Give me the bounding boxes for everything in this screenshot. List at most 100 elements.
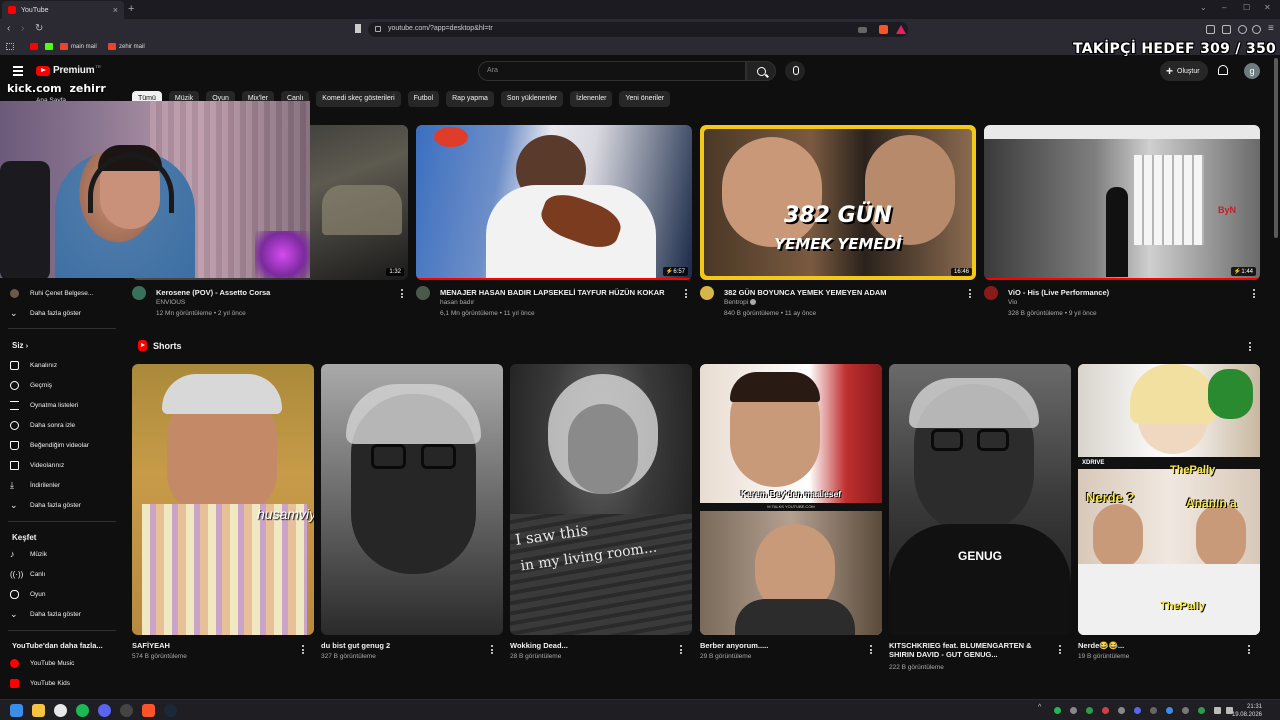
bookmark-kick-icon[interactable] bbox=[45, 43, 53, 50]
video-more-icon[interactable] bbox=[969, 289, 972, 300]
short-more-icon[interactable] bbox=[1059, 645, 1062, 656]
sidebar-item-watch-later[interactable]: Daha sonra izle bbox=[10, 421, 75, 430]
sidebar-show-more-subscriptions[interactable]: ⌄ Daha fazla göster bbox=[10, 309, 81, 318]
tray-expand-icon[interactable]: ^ bbox=[1038, 704, 1046, 711]
chrome-icon[interactable] bbox=[54, 704, 67, 717]
page-scrollbar[interactable] bbox=[1274, 58, 1278, 238]
tray-app-icon[interactable] bbox=[1182, 707, 1189, 714]
rewards-icon[interactable] bbox=[896, 25, 906, 34]
tray-app-icon[interactable] bbox=[1166, 707, 1173, 714]
reload-icon[interactable]: ↻ bbox=[35, 23, 43, 34]
steam-icon[interactable] bbox=[164, 704, 177, 717]
apps-grid-icon[interactable] bbox=[6, 43, 14, 50]
window-close-icon[interactable]: ✕ bbox=[1264, 3, 1271, 12]
forward-icon[interactable]: › bbox=[21, 23, 24, 34]
short-more-icon[interactable] bbox=[1248, 645, 1251, 656]
video-thumbnail[interactable]: 382 GÜN YEMEK YEMEDİ 16:46 bbox=[700, 125, 976, 280]
spotify-icon[interactable] bbox=[76, 704, 89, 717]
tray-app-icon[interactable] bbox=[1198, 707, 1205, 714]
account-avatar[interactable]: g bbox=[1244, 63, 1260, 79]
brave-browser-icon[interactable] bbox=[142, 704, 155, 717]
url-field[interactable]: youtube.com/?app=desktop&hl=tr bbox=[368, 22, 908, 37]
video-title[interactable]: ViO - His (Live Performance) bbox=[1008, 288, 1109, 297]
chip-football[interactable]: Futbol bbox=[407, 91, 440, 107]
short-title[interactable]: du bist gut genug 2 bbox=[321, 641, 390, 650]
chip-comedy[interactable]: Komedi skeç gösterileri bbox=[316, 91, 401, 107]
extensions-icon[interactable] bbox=[1238, 25, 1247, 34]
sidebar-item-gaming[interactable]: Oyun bbox=[10, 590, 46, 599]
windows-start-icon[interactable] bbox=[10, 704, 23, 717]
tray-discord-icon[interactable] bbox=[1134, 707, 1141, 714]
short-more-icon[interactable] bbox=[491, 645, 494, 656]
sidebar-item-your-channel[interactable]: Kanalınız bbox=[10, 361, 57, 370]
browser-tab[interactable]: YouTube × bbox=[2, 1, 124, 19]
chip-new[interactable]: Yeni öneriler bbox=[619, 91, 671, 107]
short-title[interactable]: KITSCHKRIEG feat. BLUMENGARTEN & SHIRIN D… bbox=[889, 641, 1032, 659]
tray-app-icon[interactable] bbox=[1070, 707, 1077, 714]
short-thumbnail[interactable]: XDRIVE ThePally Nerde ? Ananın a ThePall… bbox=[1078, 364, 1260, 635]
short-title[interactable]: Berber anyorum..... bbox=[700, 641, 768, 650]
video-title[interactable]: MENAJER HASAN BADIR LAPSEKELİ TAYFUR HÜZ… bbox=[440, 288, 665, 297]
short-more-icon[interactable] bbox=[870, 645, 873, 656]
chip-recent[interactable]: Son yüklenenler bbox=[500, 91, 564, 107]
tab-close-icon[interactable]: × bbox=[113, 5, 118, 15]
file-explorer-icon[interactable] bbox=[32, 704, 45, 717]
short-title[interactable]: SAFİYEAH bbox=[132, 641, 170, 650]
sidebar-item-liked[interactable]: Beğendiğim videolar bbox=[10, 441, 89, 450]
cast-icon[interactable] bbox=[858, 27, 867, 33]
sidebar-item-your-videos[interactable]: Videolarınız bbox=[10, 461, 64, 470]
video-channel[interactable]: Vio bbox=[1008, 299, 1017, 306]
sidebar-show-more-you[interactable]: ⌄ Daha fazla göster bbox=[10, 501, 81, 510]
short-thumbnail[interactable]: Kerem Bey'den maalesef M TALKS YOUTUBE.C… bbox=[700, 364, 882, 635]
bookmark-youtube-icon[interactable] bbox=[30, 43, 38, 50]
short-more-icon[interactable] bbox=[680, 645, 683, 656]
site-info-icon[interactable] bbox=[375, 26, 381, 32]
vpn-icon[interactable] bbox=[1252, 25, 1261, 34]
sidebar-item-downloads[interactable]: ⤓ İndirilenler bbox=[10, 481, 60, 490]
search-icon[interactable] bbox=[746, 61, 776, 81]
shorts-more-icon[interactable] bbox=[1249, 342, 1252, 353]
wallet-icon[interactable] bbox=[1222, 25, 1231, 34]
video-channel[interactable]: ENVIOUS bbox=[156, 299, 185, 306]
channel-avatar[interactable] bbox=[984, 286, 998, 300]
short-thumbnail[interactable]: husamviy bbox=[132, 364, 314, 635]
microphone-icon[interactable] bbox=[785, 61, 805, 81]
video-channel[interactable]: hasan badır bbox=[440, 299, 474, 306]
sidebar-toggle-icon[interactable] bbox=[1206, 25, 1215, 34]
video-more-icon[interactable] bbox=[1253, 289, 1256, 300]
bookmark-zehir-mail[interactable]: zehir mail bbox=[108, 43, 145, 50]
short-thumbnail[interactable]: I saw this in my living room... bbox=[510, 364, 692, 635]
sidebar-subscription[interactable]: Ruhi Çenet Belgese... bbox=[10, 289, 93, 298]
new-tab-icon[interactable]: + bbox=[128, 3, 134, 15]
browser-menu-icon[interactable]: ≡ bbox=[1268, 23, 1274, 34]
tray-app-icon[interactable] bbox=[1102, 707, 1109, 714]
sidebar-item-youtube-music[interactable]: YouTube Music bbox=[10, 659, 74, 668]
bookmark-icon[interactable] bbox=[355, 24, 361, 33]
short-title[interactable]: Wokking Dead... bbox=[510, 641, 568, 650]
sidebar-show-more-explore[interactable]: ⌄ Daha fazla göster bbox=[10, 610, 81, 619]
video-channel[interactable]: Bentropi bbox=[724, 299, 757, 306]
hamburger-menu-icon[interactable] bbox=[13, 66, 23, 78]
short-more-icon[interactable] bbox=[302, 645, 305, 656]
discord-icon[interactable] bbox=[98, 704, 111, 717]
bookmark-main-mail[interactable]: main mail bbox=[60, 43, 97, 50]
sidebar-item-youtube-kids[interactable]: YouTube Kids bbox=[10, 679, 70, 688]
channel-avatar[interactable] bbox=[700, 286, 714, 300]
channel-avatar[interactable] bbox=[416, 286, 430, 300]
tray-spotify-icon[interactable] bbox=[1054, 707, 1061, 714]
minimize-icon[interactable]: – bbox=[1222, 3, 1226, 12]
sidebar-you-header[interactable]: Siz › bbox=[12, 341, 28, 350]
create-button[interactable]: + Oluştur bbox=[1160, 61, 1208, 81]
short-thumbnail[interactable]: GENUG bbox=[889, 364, 1071, 635]
video-thumbnail[interactable]: ByN ⚡1:44 bbox=[984, 125, 1260, 280]
notifications-bell-icon[interactable] bbox=[1218, 65, 1228, 75]
video-more-icon[interactable] bbox=[685, 289, 688, 300]
chip-rap[interactable]: Rap yapma bbox=[446, 91, 494, 107]
window-chevron-icon[interactable]: ⌄ bbox=[1200, 3, 1207, 12]
video-title[interactable]: 382 GÜN BOYUNCA YEMEK YEMEYEN ADAM bbox=[724, 288, 887, 297]
network-icon[interactable] bbox=[1214, 707, 1221, 714]
taskbar-clock[interactable]: 21:31 19.08.2026 bbox=[1232, 703, 1262, 719]
tray-app-icon[interactable] bbox=[1150, 707, 1157, 714]
sidebar-item-playlists[interactable]: Oynatma listeleri bbox=[10, 401, 78, 410]
short-thumbnail[interactable] bbox=[321, 364, 503, 635]
